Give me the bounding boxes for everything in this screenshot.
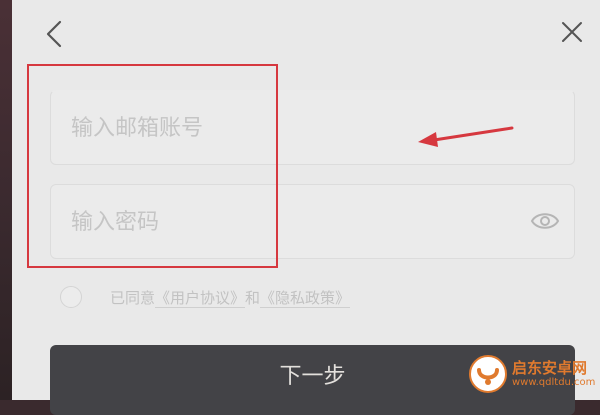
agreement-conjunction: 和 bbox=[245, 288, 261, 307]
agreement-row: 已同意《用户协议》和《隐私政策》 bbox=[60, 284, 351, 310]
email-field-container bbox=[50, 90, 575, 166]
close-icon[interactable] bbox=[558, 18, 586, 46]
chevron-left-icon[interactable] bbox=[40, 18, 68, 50]
agreement-text: 已同意《用户协议》和《隐私政策》 bbox=[110, 287, 351, 308]
privacy-policy-link[interactable]: 《隐私政策》 bbox=[260, 288, 351, 308]
eye-icon[interactable] bbox=[530, 208, 560, 234]
agreement-prefix: 已同意 bbox=[110, 288, 156, 307]
background-strip bbox=[0, 0, 12, 400]
password-field-container bbox=[50, 184, 575, 260]
agreement-radio[interactable] bbox=[60, 286, 82, 308]
password-input[interactable] bbox=[69, 185, 513, 260]
next-button[interactable]: 下一步 bbox=[50, 345, 575, 415]
user-agreement-link[interactable]: 《用户协议》 bbox=[155, 288, 246, 308]
email-input[interactable] bbox=[69, 91, 513, 166]
